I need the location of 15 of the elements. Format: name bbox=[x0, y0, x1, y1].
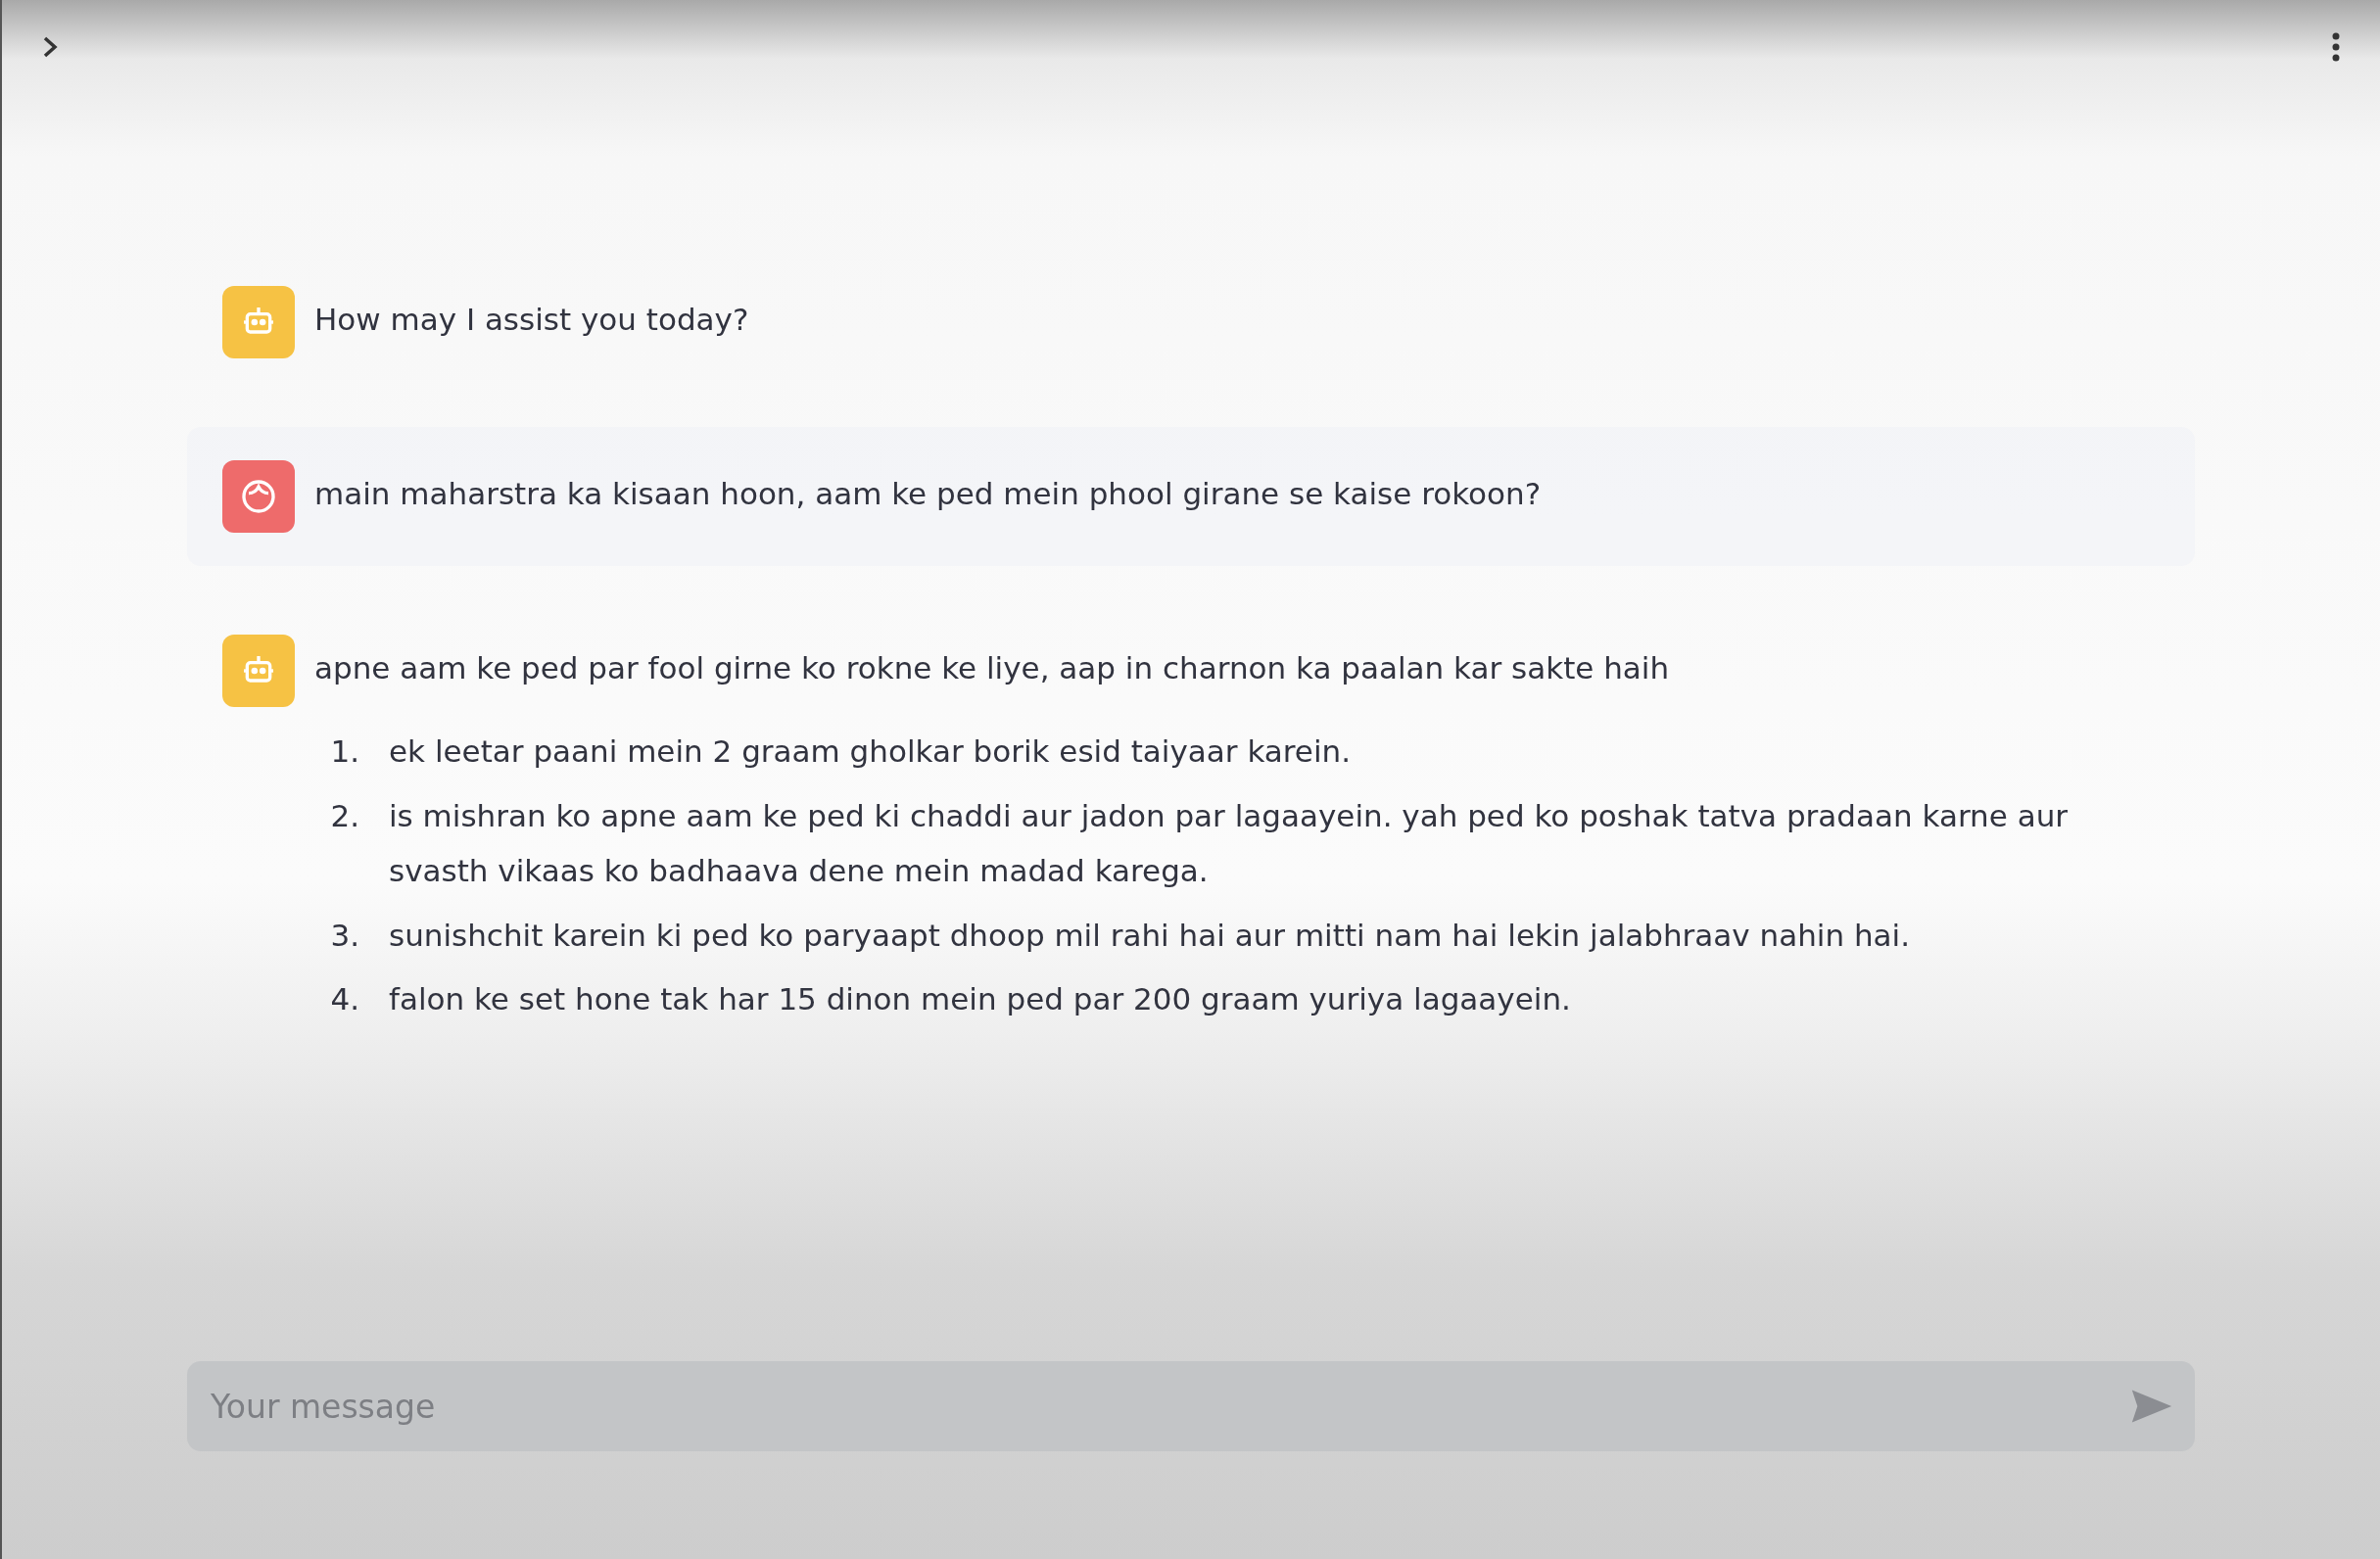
list-item-text: falon ke set hone tak har 15 dinon mein ped par 200 graam yuriya lagaayein. bbox=[389, 980, 1571, 1019]
face-icon bbox=[239, 477, 278, 516]
message-text: How may I assist you today? bbox=[314, 301, 749, 339]
list-number: 3. bbox=[329, 916, 359, 955]
list-number: 1. bbox=[329, 732, 359, 772]
list-number: 4. bbox=[329, 980, 359, 1019]
list-item-text: ek leetar paani mein 2 graam gholkar borik esid taiyaar karein. bbox=[389, 732, 1352, 772]
list-item-text: sunishchit karein ki ped ko paryaapt dhoop mil rahi hai aur mitti nam hai lekin jalabhraav nahin hai. bbox=[389, 916, 1911, 955]
message-text: apne aam ke ped par fool girne ko rokne ke liye, aap in charnon ka paalan kar sakte haih bbox=[314, 649, 1671, 687]
chat-input-bar[interactable]: Your message bbox=[187, 1361, 2195, 1451]
message-input[interactable]: Your message bbox=[209, 1386, 2130, 1427]
more-options-icon[interactable] bbox=[2331, 32, 2341, 62]
list-number: 2. bbox=[329, 797, 359, 836]
list-item-text: is mishran ko apne aam ke ped ki chaddi aur jadon par lagaayein. yah ped ko poshak tatva pradaan karne aur svasth vikaas ko badhaava dene mein madad karega. bbox=[389, 797, 2070, 890]
message-text: main maharstra ka kisaan hoon, aam ke ped mein phool girane se kaise rokoon? bbox=[314, 475, 1542, 513]
